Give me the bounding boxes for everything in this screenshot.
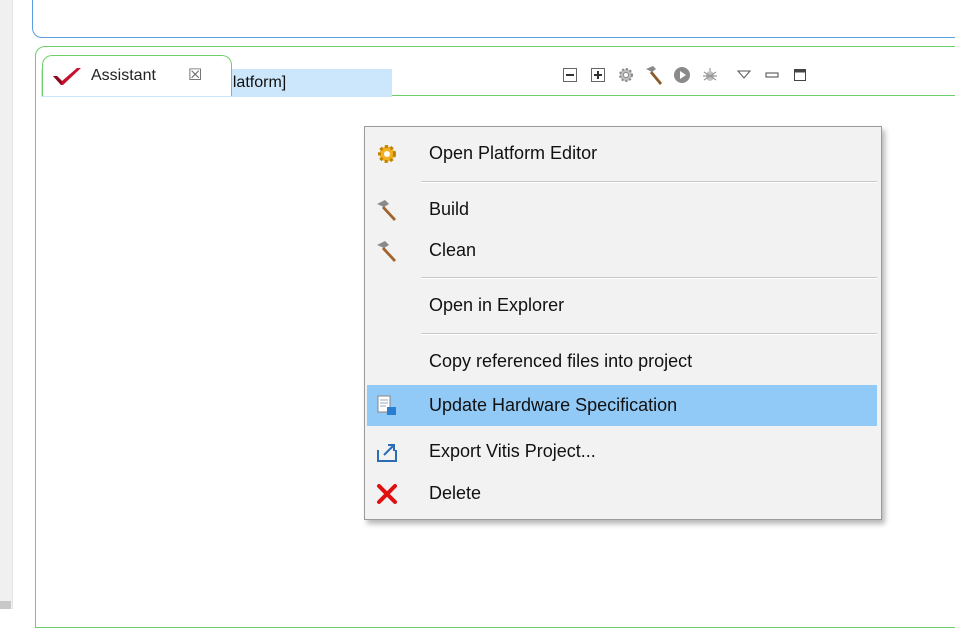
menu-separator (421, 181, 877, 183)
hammer-icon (375, 239, 399, 263)
context-menu: Open Platform Editor Build Clean Open in… (364, 126, 882, 520)
vitis-logo-icon (53, 68, 81, 85)
view-toolbar (556, 61, 814, 89)
menu-separator (421, 277, 877, 279)
delete-x-icon (375, 482, 399, 506)
menu-item-copy-referenced-files[interactable]: Copy referenced files into project (367, 341, 877, 382)
menu-item-open-in-explorer[interactable]: Open in Explorer (367, 285, 877, 326)
menu-item-build[interactable]: Build (367, 189, 877, 230)
run-icon[interactable] (668, 61, 696, 89)
top-panel-partial (32, 0, 955, 38)
scroll-nub[interactable] (0, 601, 11, 609)
menu-label: Copy referenced files into project (429, 351, 693, 371)
tab-title: Assistant (91, 67, 156, 84)
hammer-icon (375, 198, 399, 222)
menu-item-open-platform-editor[interactable]: Open Platform Editor (367, 133, 877, 174)
hardware-spec-icon (375, 394, 399, 418)
settings-icon[interactable] (612, 61, 640, 89)
menu-label: Build (429, 199, 470, 219)
menu-separator (421, 333, 877, 335)
gear-icon (375, 142, 399, 166)
menu-label: Open in Explorer (429, 295, 565, 315)
menu-item-export-vitis-project[interactable]: Export Vitis Project... (367, 431, 877, 472)
menu-label: Update Hardware Specification (429, 395, 678, 415)
collapse-all-icon[interactable] (556, 61, 584, 89)
minimize-icon[interactable] (758, 61, 786, 89)
expand-all-icon[interactable] (584, 61, 612, 89)
tab-assistant[interactable]: Assistant ☒ (42, 55, 232, 96)
close-tab-icon[interactable]: ☒ (188, 65, 202, 85)
debug-icon[interactable] (696, 61, 724, 89)
menu-label: Delete (429, 483, 482, 503)
menu-label: Clean (429, 240, 477, 260)
menu-item-clean[interactable]: Clean (367, 230, 877, 271)
menu-item-delete[interactable]: Delete (367, 473, 877, 514)
export-icon (375, 440, 399, 464)
menu-label: Open Platform Editor (429, 143, 598, 163)
menu-item-update-hardware-specification[interactable]: Update Hardware Specification (367, 385, 877, 426)
left-strip (0, 0, 13, 609)
maximize-icon[interactable] (786, 61, 814, 89)
view-menu-icon[interactable] (730, 61, 758, 89)
menu-label: Export Vitis Project... (429, 441, 596, 461)
build-hammer-icon[interactable] (640, 61, 668, 89)
